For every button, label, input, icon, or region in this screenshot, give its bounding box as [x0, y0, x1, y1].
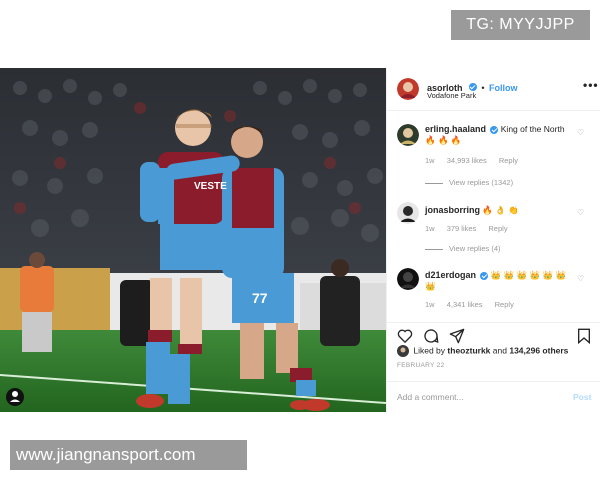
- liker-username[interactable]: theozturkk: [447, 345, 490, 355]
- location-link[interactable]: Vodafone Park: [427, 91, 476, 100]
- comment-meta: 1w 4,341 likes Reply: [425, 300, 524, 309]
- comment-like-icon[interactable]: ♡: [577, 274, 584, 283]
- comment-like-icon[interactable]: ♡: [577, 208, 584, 217]
- verified-badge-icon: [480, 271, 489, 280]
- comment-text: jonasborring 🔥 👌 👏: [425, 205, 575, 216]
- commenter-avatar[interactable]: [397, 124, 419, 146]
- comment-item: erling.haaland King of the North 🔥 🔥 🔥 ♡…: [387, 122, 600, 192]
- separator-dot: •: [481, 83, 485, 93]
- reply-button[interactable]: Reply: [499, 156, 518, 165]
- comment-like-icon[interactable]: ♡: [577, 128, 584, 137]
- verified-badge-icon: [490, 125, 499, 134]
- commenter-username[interactable]: erling.haaland: [425, 124, 486, 134]
- commenter-username[interactable]: jonasborring: [425, 205, 480, 215]
- follow-button[interactable]: Follow: [489, 83, 518, 93]
- fire-emoji-icon: 🔥 🔥 🔥: [425, 135, 462, 145]
- comment-age: 1w: [425, 156, 435, 165]
- post-date: FEBRUARY 22: [397, 362, 445, 369]
- share-icon[interactable]: [449, 328, 465, 344]
- comment-likes[interactable]: 379 likes: [447, 224, 477, 233]
- liked-by-prefix: Liked by: [413, 345, 446, 356]
- post-side-panel: asorloth • Follow Vodafone Park ••• erli…: [386, 68, 600, 412]
- add-comment-input[interactable]: Add a comment...: [397, 392, 464, 402]
- comment-meta: 1w 379 likes Reply: [425, 224, 518, 233]
- more-options-icon[interactable]: •••: [583, 78, 599, 92]
- instagram-post: VESTE 77 asorloth • Follow Vodafone Park…: [0, 68, 600, 412]
- comment-age: 1w: [425, 224, 435, 233]
- bookmark-icon[interactable]: [577, 328, 591, 344]
- liked-by-joiner: and: [492, 345, 507, 356]
- reply-button[interactable]: Reply: [495, 300, 514, 309]
- comment-text: d21erdogan 👑 👑 👑 👑 👑 👑 👑: [425, 270, 575, 292]
- shirt-number-text: 77: [252, 290, 268, 306]
- post-comment-button[interactable]: Post: [573, 392, 591, 402]
- heart-icon[interactable]: [397, 328, 413, 343]
- comment-item: d21erdogan 👑 👑 👑 👑 👑 👑 👑 ♡ 1w 4,341 like…: [387, 268, 600, 314]
- comment-likes[interactable]: 34,993 likes: [447, 156, 487, 165]
- fire-ok-clap-emoji-icon: 🔥 👌 👏: [482, 205, 519, 215]
- comment-age: 1w: [425, 300, 435, 309]
- shirt-sponsor-text: VESTE: [194, 181, 227, 192]
- view-replies-link[interactable]: View replies (1342): [425, 178, 513, 187]
- add-comment-bar: Add a comment... Post: [387, 381, 600, 413]
- commenter-avatar[interactable]: [397, 268, 419, 290]
- comment-item: jonasborring 🔥 👌 👏 ♡ 1w 379 likes Reply …: [387, 202, 600, 258]
- likes-count[interactable]: 134,296 others: [509, 345, 568, 355]
- reply-button[interactable]: Reply: [488, 224, 507, 233]
- commenter-avatar[interactable]: [397, 202, 419, 224]
- watermark-top: TG: MYYJJPP: [451, 10, 590, 40]
- comment-likes[interactable]: 4,341 likes: [447, 300, 483, 309]
- comment-icon[interactable]: [423, 328, 439, 344]
- post-header: asorloth • Follow Vodafone Park •••: [387, 68, 600, 111]
- likes-summary: Liked by theozturkk and 134,296 others: [397, 345, 568, 357]
- commenter-username[interactable]: d21erdogan: [425, 270, 476, 280]
- watermark-bottom: www.jiangnansport.com: [10, 440, 247, 470]
- verified-badge-icon: [468, 82, 477, 91]
- football-celebration-image: [0, 68, 386, 412]
- comment-meta: 1w 34,993 likes Reply: [425, 156, 528, 165]
- comment-body: King of the North: [500, 124, 565, 134]
- post-photo[interactable]: VESTE 77: [0, 68, 386, 412]
- view-replies-link[interactable]: View replies (4): [425, 244, 501, 253]
- comment-text: erling.haaland King of the North 🔥 🔥 🔥: [425, 124, 575, 146]
- author-avatar[interactable]: [397, 78, 419, 100]
- liker-avatar[interactable]: [397, 345, 409, 357]
